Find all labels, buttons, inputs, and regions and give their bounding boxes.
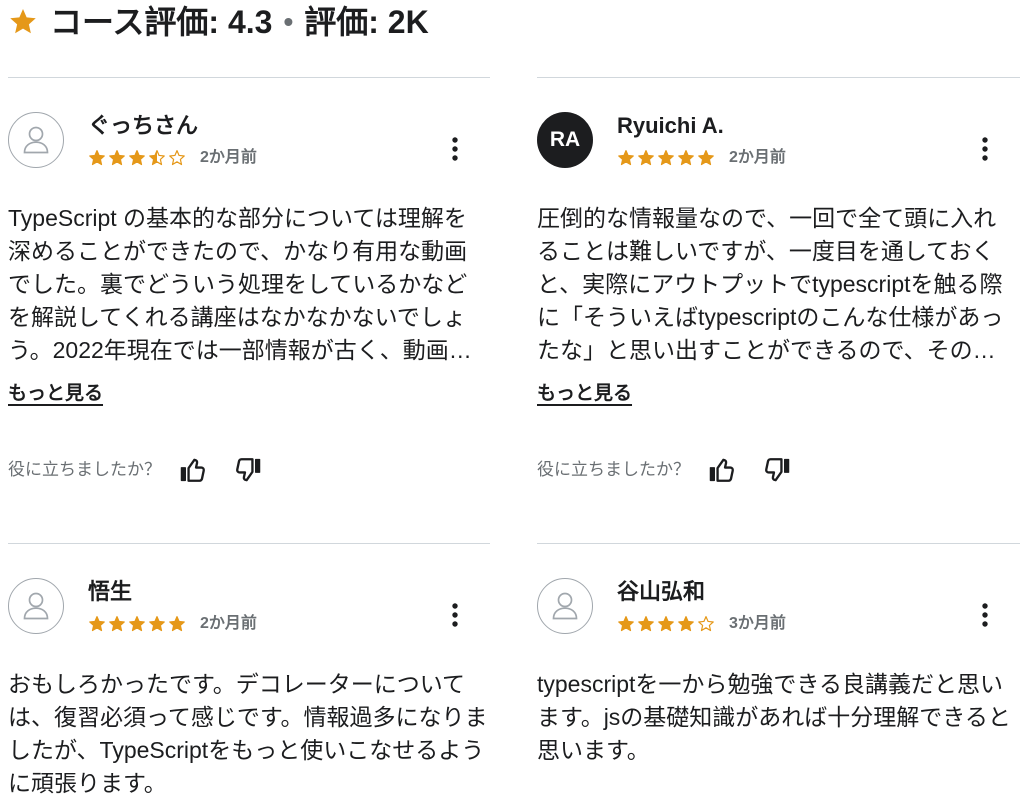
show-more-button[interactable]: もっと見る [537, 380, 632, 408]
reviewer-meta: ぐっちさん 2か月前 [88, 112, 257, 170]
review-header: ぐっちさん 2か月前 [8, 112, 490, 170]
review-card: ぐっちさん 2か月前 TypeScript の基本的な部分については理解を 深め… [8, 77, 490, 543]
review-text: TypeScript の基本的な部分については理解を 深めることができたので、か… [8, 205, 472, 363]
review-text: おもしろかったです。デコレーターについて は、復習必須って感じです。情報過多にな… [8, 671, 488, 796]
review-date: 2か月前 [729, 149, 786, 166]
star-full-icon [618, 150, 634, 166]
user-icon [552, 592, 578, 620]
star-full-icon [109, 150, 125, 166]
user-icon [23, 126, 49, 154]
thumbs-down-icon [765, 458, 790, 482]
reviewer-meta: Ryuichi A. 2か月前 [617, 112, 786, 170]
star-half-icon [149, 150, 165, 166]
star-full-icon [109, 616, 125, 632]
avatar [537, 578, 593, 634]
reviewer-name: ぐっちさん [88, 113, 199, 138]
review-text: 圧倒的な情報量なので、一回で全て頭に入れ ることは難しいですが、一度目を通してお… [537, 205, 1004, 363]
star-rating [88, 149, 186, 167]
more-vertical-icon [452, 137, 458, 161]
avatar [8, 578, 64, 634]
rating-row: 2か月前 [88, 146, 257, 170]
course-rating-heading: コース評価: 4.3 • 評価: 2K [8, 0, 429, 44]
rating-row: 3か月前 [617, 612, 786, 636]
star-rating [617, 149, 715, 167]
star-full-icon [169, 616, 185, 632]
avatar-initials: RA [549, 128, 581, 151]
review-text: typescriptを一から勉強できる良講義だと思い ます。jsの基礎知識があれ… [537, 671, 1011, 763]
helpful-no-button[interactable] [228, 450, 268, 490]
star-full-icon [638, 150, 654, 166]
more-options-button[interactable] [965, 595, 1005, 635]
star-full-icon [678, 150, 694, 166]
helpful-row: 役に立ちましたか？ [8, 450, 490, 490]
review-list: ぐっちさん 2か月前 TypeScript の基本的な部分については理解を 深め… [8, 77, 1020, 800]
more-vertical-icon [452, 603, 458, 627]
helpful-prompt: 役に立ちましたか？ [537, 460, 690, 479]
rating-row: 2か月前 [88, 612, 257, 636]
review-date: 2か月前 [200, 615, 257, 632]
star-full-icon [658, 150, 674, 166]
thumbs-up-icon [709, 458, 734, 482]
star-full-icon [638, 616, 654, 632]
helpful-row: 役に立ちましたか？ [537, 450, 1020, 490]
more-options-button[interactable] [435, 129, 475, 169]
star-full-icon [658, 616, 674, 632]
star-full-icon [129, 616, 145, 632]
star-full-icon [89, 150, 105, 166]
review-card: 悟生 2か月前 おもしろかったです。デコレーターについて は、復習必須って感じで… [8, 543, 490, 800]
helpful-yes-button[interactable] [173, 450, 213, 490]
user-icon [23, 592, 49, 620]
star-full-icon [89, 616, 105, 632]
more-options-button[interactable] [965, 129, 1005, 169]
thumbs-down-icon [236, 458, 261, 482]
review-date: 3か月前 [729, 615, 786, 632]
review-header: 悟生 2か月前 [8, 578, 490, 636]
more-vertical-icon [982, 137, 988, 161]
star-icon [10, 9, 36, 34]
star-full-icon [698, 150, 714, 166]
avatar: RA [537, 112, 593, 168]
rating-count: 評価: 2K [304, 4, 429, 40]
rating-row: 2か月前 [617, 146, 786, 170]
star-full-icon [618, 616, 634, 632]
thumbs-up-icon [180, 458, 205, 482]
review-date: 2か月前 [200, 149, 257, 166]
star-empty-icon [698, 616, 714, 632]
helpful-no-button[interactable] [757, 450, 797, 490]
star-full-icon [678, 616, 694, 632]
star-empty-icon [169, 150, 185, 166]
reviewer-meta: 悟生 2か月前 [88, 578, 257, 636]
course-rating: コース評価: 4.3 [50, 4, 273, 40]
reviewer-name: 谷山弘和 [617, 579, 706, 604]
reviewer-meta: 谷山弘和 3か月前 [617, 578, 786, 636]
reviewer-name: 悟生 [88, 579, 133, 604]
review-card: 谷山弘和 3か月前 typescriptを一から勉強できる良講義だと思い ます。… [537, 543, 1020, 800]
review-header: RA Ryuichi A. 2か月前 [537, 112, 1020, 170]
more-vertical-icon [982, 603, 988, 627]
helpful-yes-button[interactable] [702, 450, 742, 490]
star-full-icon [129, 150, 145, 166]
review-header: 谷山弘和 3か月前 [537, 578, 1020, 636]
separator: • [283, 6, 294, 37]
more-options-button[interactable] [435, 595, 475, 635]
star-full-icon [149, 616, 165, 632]
avatar [8, 112, 64, 168]
star-rating [88, 615, 186, 633]
reviewer-name: Ryuichi A. [617, 113, 724, 138]
review-card: RA Ryuichi A. 2か月前 圧倒的な情報量なので、一回で全て頭に入れ … [537, 77, 1020, 543]
show-more-button[interactable]: もっと見る [8, 380, 103, 408]
helpful-prompt: 役に立ちましたか？ [8, 460, 161, 479]
star-rating [617, 615, 715, 633]
